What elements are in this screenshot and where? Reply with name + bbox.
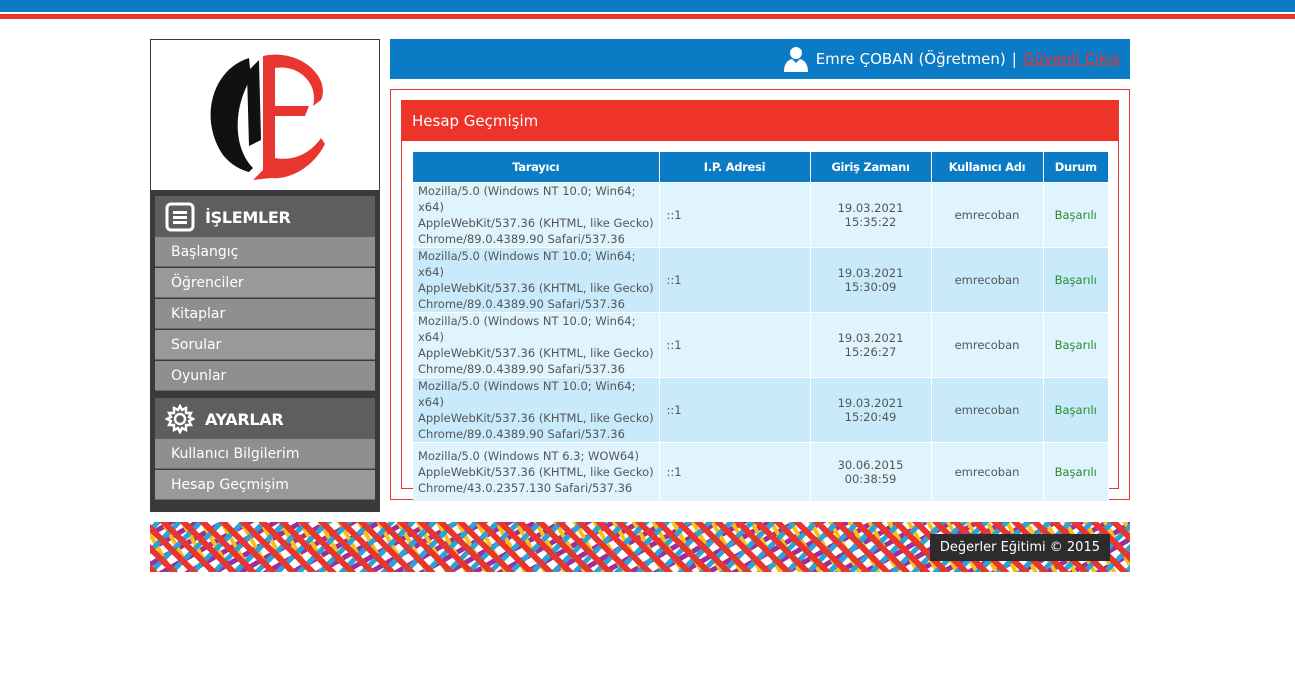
username-cell: emrecoban <box>931 181 1044 247</box>
logout-link[interactable]: Güvenli Çıkış <box>1023 50 1120 68</box>
browser-cell: Mozilla/5.0 (Windows NT 10.0; Win64; x64… <box>413 311 660 377</box>
user-icon <box>783 47 808 72</box>
table-row: Mozilla/5.0 (Windows NT 10.0; Win64; x64… <box>413 246 1109 312</box>
username-cell: emrecoban <box>931 376 1044 442</box>
sidebar: İŞLEMLER Başlangıç Öğrenciler Kitaplar S… <box>150 39 380 512</box>
status-cell: Başarılı <box>1043 376 1109 442</box>
column-header: Durum <box>1043 152 1109 182</box>
copyright-text: Değerler Eğitimi © 2015 <box>929 534 1110 561</box>
table-row: Mozilla/5.0 (Windows NT 6.3; WOW64) Apple… <box>413 441 1109 501</box>
logo[interactable] <box>150 39 380 191</box>
username-cell: emrecoban <box>931 441 1044 501</box>
user-name: Emre ÇOBAN (Öğretmen) <box>815 50 1006 68</box>
browser-cell: Mozilla/5.0 (Windows NT 10.0; Win64; x64… <box>413 246 660 312</box>
status-cell: Başarılı <box>1043 246 1109 312</box>
gear-icon <box>163 402 197 436</box>
username-cell: emrecoban <box>931 311 1044 377</box>
sidebar-item-oyunlar[interactable]: Oyunlar <box>155 361 375 391</box>
browser-cell: Mozilla/5.0 (Windows NT 6.3; WOW64) Apple… <box>413 441 660 501</box>
sidebar-item-hesap-gecmisim[interactable]: Hesap Geçmişim <box>155 470 375 500</box>
section-title: İŞLEMLER <box>205 207 291 227</box>
section-islemler: İŞLEMLER <box>155 196 375 238</box>
table-row: Mozilla/5.0 (Windows NT 10.0; Win64; x64… <box>413 376 1109 442</box>
table-row: Mozilla/5.0 (Windows NT 10.0; Win64; x64… <box>413 181 1109 247</box>
panel-title: Hesap Geçmişim <box>402 101 1118 141</box>
time-cell: 19.03.2021 15:20:49 <box>810 376 932 442</box>
ip-cell: ::1 <box>659 246 811 312</box>
sidebar-item-baslangic[interactable]: Başlangıç <box>155 237 375 267</box>
browser-cell: Mozilla/5.0 (Windows NT 10.0; Win64; x64… <box>413 181 660 247</box>
footer-banner: Değerler Eğitimi © 2015 <box>150 522 1130 572</box>
time-cell: 19.03.2021 15:35:22 <box>810 181 932 247</box>
status-cell: Başarılı <box>1043 311 1109 377</box>
ip-cell: ::1 <box>659 376 811 442</box>
ip-cell: ::1 <box>659 441 811 501</box>
history-table: Tarayıcı I.P. Adresi Giriş Zamanı Kullan… <box>413 152 1109 501</box>
list-icon <box>163 200 197 234</box>
table-row: Mozilla/5.0 (Windows NT 10.0; Win64; x64… <box>413 311 1109 377</box>
column-header: Kullanıcı Adı <box>931 152 1044 182</box>
section-title: AYARLAR <box>205 409 284 429</box>
sidebar-item-ogrenciler[interactable]: Öğrenciler <box>155 268 375 298</box>
ip-cell: ::1 <box>659 311 811 377</box>
time-cell: 19.03.2021 15:26:27 <box>810 311 932 377</box>
top-red-stripe <box>0 14 1295 19</box>
account-history-box: Hesap Geçmişim Tarayıcı I.P. Adresi Giri… <box>401 100 1119 501</box>
section-ayarlar: AYARLAR <box>155 398 375 440</box>
ip-cell: ::1 <box>659 181 811 247</box>
separator: | <box>1011 50 1017 68</box>
status-cell: Başarılı <box>1043 181 1109 247</box>
username-cell: emrecoban <box>931 246 1044 312</box>
column-header: I.P. Adresi <box>659 152 811 182</box>
column-header: Tarayıcı <box>413 152 660 182</box>
time-cell: 30.06.2015 00:38:59 <box>810 441 932 501</box>
sidebar-item-sorular[interactable]: Sorular <box>155 330 375 360</box>
column-header: Giriş Zamanı <box>810 152 932 182</box>
sidebar-item-kullanici-bilgilerim[interactable]: Kullanıcı Bilgilerim <box>155 439 375 469</box>
logo-icon <box>210 54 325 180</box>
browser-cell: Mozilla/5.0 (Windows NT 10.0; Win64; x64… <box>413 376 660 442</box>
content-panel: Hesap Geçmişim Tarayıcı I.P. Adresi Giri… <box>390 89 1130 501</box>
time-cell: 19.03.2021 15:30:09 <box>810 246 932 312</box>
user-header: Emre ÇOBAN (Öğretmen) | Güvenli Çıkış <box>390 39 1130 79</box>
sidebar-item-kitaplar[interactable]: Kitaplar <box>155 299 375 329</box>
top-blue-stripe <box>0 0 1295 12</box>
status-cell: Başarılı <box>1043 441 1109 501</box>
